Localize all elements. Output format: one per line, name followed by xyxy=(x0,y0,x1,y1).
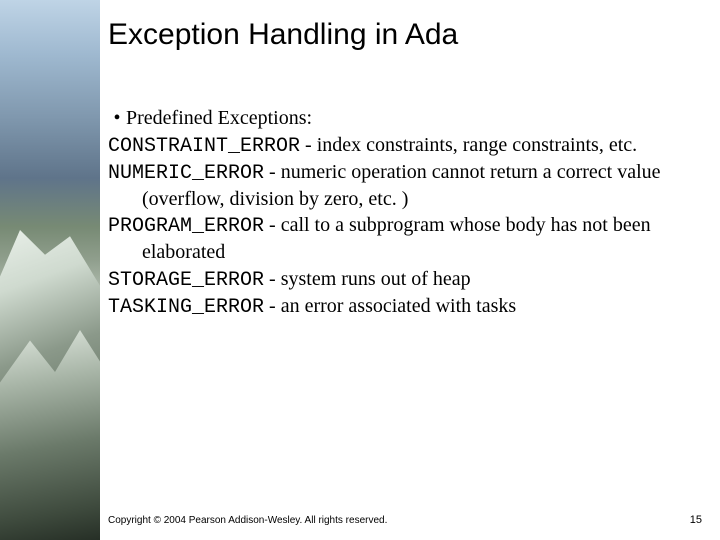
exception-item: PROGRAM_ERROR - call to a subprogram who… xyxy=(108,213,708,265)
bullet-icon: • xyxy=(108,106,126,132)
exception-item: CONSTRAINT_ERROR - index constraints, ra… xyxy=(108,133,708,160)
exception-desc: - index constraints, range constraints, … xyxy=(300,134,637,156)
slide-body: •Predefined Exceptions: CONSTRAINT_ERROR… xyxy=(108,106,708,321)
content-area: Exception Handling in Ada •Predefined Ex… xyxy=(108,0,708,540)
exception-desc: - system runs out of heap xyxy=(264,268,471,290)
copyright-text: Copyright © 2004 Pearson Addison-Wesley.… xyxy=(108,515,387,526)
exception-code: CONSTRAINT_ERROR xyxy=(108,135,300,158)
exception-code: PROGRAM_ERROR xyxy=(108,215,264,238)
exception-item: TASKING_ERROR - an error associated with… xyxy=(108,294,708,321)
bullet-text: Predefined Exceptions: xyxy=(126,107,312,129)
exception-code: STORAGE_ERROR xyxy=(108,269,264,292)
slide: Exception Handling in Ada •Predefined Ex… xyxy=(0,0,720,540)
exception-code: TASKING_ERROR xyxy=(108,296,264,319)
exception-desc: - an error associated with tasks xyxy=(264,295,516,317)
bullet-item: •Predefined Exceptions: xyxy=(108,106,708,132)
slide-title: Exception Handling in Ada xyxy=(108,18,708,52)
page-number: 15 xyxy=(690,514,702,526)
exception-item: STORAGE_ERROR - system runs out of heap xyxy=(108,267,708,294)
sidebar-image xyxy=(0,0,100,540)
exception-code: NUMERIC_ERROR xyxy=(108,162,264,185)
exception-item: NUMERIC_ERROR - numeric operation cannot… xyxy=(108,160,708,212)
footer: Copyright © 2004 Pearson Addison-Wesley.… xyxy=(108,514,702,526)
